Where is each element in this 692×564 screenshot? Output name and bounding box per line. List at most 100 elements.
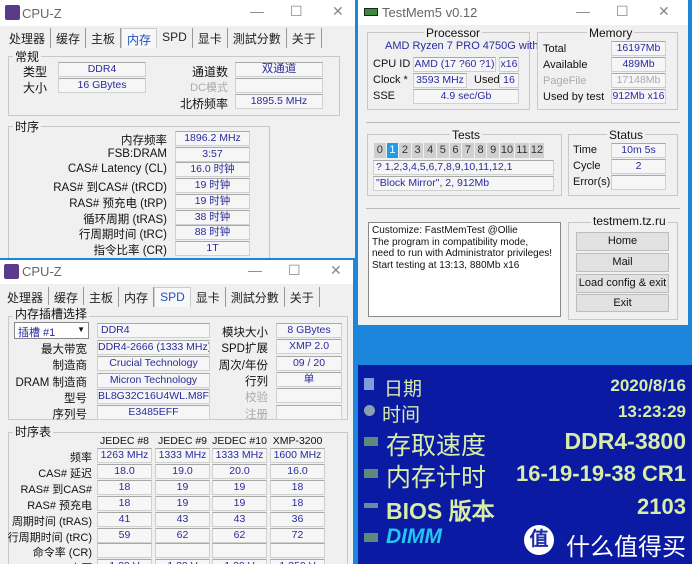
tab-bar: 处理器 缓存 主板 内存 SPD 显卡 測試分數 关于 bbox=[2, 287, 320, 307]
tab-memory[interactable]: 内存 bbox=[119, 287, 155, 307]
test-button-3[interactable]: 3 bbox=[411, 143, 424, 158]
close-button[interactable]: ✕ bbox=[332, 3, 344, 20]
exit-button[interactable]: Exit bbox=[576, 294, 669, 312]
tests-title: Tests bbox=[450, 128, 483, 142]
spd-label: 校验 bbox=[245, 392, 268, 405]
tab-processor[interactable]: 处理器 bbox=[2, 287, 50, 307]
tab-bench[interactable]: 測試分數 bbox=[226, 287, 285, 307]
table-cell: 1263 MHz bbox=[97, 448, 152, 463]
test-button-2[interactable]: 2 bbox=[399, 143, 411, 158]
info-value: 2103 bbox=[637, 494, 686, 519]
row-label: 电压 bbox=[70, 560, 92, 564]
time-label: Time bbox=[573, 144, 598, 156]
test-button-10[interactable]: 10 bbox=[500, 143, 514, 158]
test-button-1[interactable]: 1 bbox=[386, 143, 399, 158]
test-button-4[interactable]: 4 bbox=[424, 143, 436, 158]
maximize-button[interactable]: ☐ bbox=[290, 3, 303, 20]
table-cell: 19.0 bbox=[155, 463, 210, 479]
title-bar: CPU-Z — ☐ ✕ bbox=[0, 0, 355, 26]
timing-value: 3:57 bbox=[175, 146, 250, 162]
info-row-speed: 存取速度 DDR4-3800 bbox=[358, 426, 686, 460]
used-by-test-label: Used by test bbox=[543, 91, 605, 103]
row-label: 行周期时间 (tRC) bbox=[7, 531, 92, 544]
timing-value: 16.0 时钟 bbox=[175, 162, 250, 178]
tab-processor[interactable]: 处理器 bbox=[4, 28, 52, 48]
mail-button[interactable]: Mail bbox=[576, 253, 669, 272]
table-cell bbox=[212, 543, 267, 559]
close-button[interactable]: ✕ bbox=[658, 3, 670, 20]
spd-value: DDR4-2666 (1333 MHz) bbox=[97, 340, 210, 355]
test-button-9[interactable]: 9 bbox=[487, 143, 499, 158]
spd-label: 序列号 bbox=[52, 409, 88, 422]
tab-spd[interactable]: SPD bbox=[157, 28, 193, 48]
timing-value: 1T bbox=[175, 240, 250, 256]
minimize-button[interactable]: — bbox=[250, 3, 264, 19]
tab-graphics[interactable]: 显卡 bbox=[191, 287, 226, 307]
maximize-button[interactable]: ☐ bbox=[288, 262, 301, 279]
row-label: 频率 bbox=[70, 452, 92, 464]
tab-mainboard[interactable]: 主板 bbox=[84, 287, 120, 307]
timing-value: 19 时钟 bbox=[175, 193, 250, 209]
chevron-down-icon: ▼ bbox=[77, 325, 85, 334]
type-label: 类型 bbox=[22, 65, 47, 79]
tab-graphics[interactable]: 显卡 bbox=[193, 28, 228, 48]
load-config-exit-button[interactable]: Load config & exit bbox=[576, 274, 669, 293]
window-title: TestMem5 v0.12 bbox=[382, 5, 478, 20]
test-button-6[interactable]: 6 bbox=[449, 143, 462, 158]
clock-field: 3593 MHz bbox=[413, 73, 467, 88]
row-label: RAS# 预充电 bbox=[27, 499, 92, 512]
tab-spd[interactable]: SPD bbox=[154, 287, 191, 307]
pagefile-label: PageFile bbox=[543, 75, 587, 87]
log-line: need to run with Administrator privilege… bbox=[372, 248, 553, 259]
info-label: 时间 bbox=[382, 405, 421, 426]
minimize-button[interactable]: — bbox=[248, 262, 262, 278]
cpuz-memory-window: CPU-Z — ☐ ✕ 处理器 缓存 主板 内存 SPD 显卡 測試分數 关于 … bbox=[0, 0, 355, 258]
test-button-12[interactable]: 12 bbox=[530, 143, 544, 158]
test-button-11[interactable]: 11 bbox=[515, 143, 529, 158]
table-cell: 36 bbox=[270, 511, 325, 527]
timing-value: 88 时钟 bbox=[175, 225, 250, 241]
table-cell: 1333 MHz bbox=[212, 448, 267, 463]
maximize-button[interactable]: ☐ bbox=[616, 3, 629, 20]
title-bar: TestMem5 v0.12 — ☐ ✕ bbox=[358, 0, 688, 25]
tab-bench[interactable]: 測試分數 bbox=[228, 28, 287, 48]
time-field: 10m 5s bbox=[611, 143, 666, 158]
memory-icon bbox=[364, 533, 378, 542]
threads-field: x16 bbox=[499, 57, 519, 72]
available-label: Available bbox=[543, 59, 588, 71]
tab-cache[interactable]: 缓存 bbox=[49, 287, 85, 307]
timing-value: 19 时钟 bbox=[175, 178, 250, 194]
log-textarea[interactable]: Customize: FastMemTest @Ollie The progra… bbox=[368, 222, 561, 317]
table-cell: 1.20 V bbox=[97, 559, 152, 564]
tab-cache[interactable]: 缓存 bbox=[51, 28, 87, 48]
spd-label: DRAM 制造商 bbox=[15, 376, 87, 389]
tab-memory[interactable]: 内存 bbox=[121, 28, 158, 48]
test-button-7[interactable]: 7 bbox=[462, 143, 474, 158]
table-cell bbox=[270, 543, 325, 559]
cpuz-spd-window: CPU-Z — ☐ ✕ 处理器 缓存 主板 内存 SPD 显卡 測試分數 关于 … bbox=[0, 260, 353, 564]
cpuid-field: AMD (17 ?60 ?1) bbox=[413, 57, 496, 72]
tab-mainboard[interactable]: 主板 bbox=[86, 28, 122, 48]
test-button-8[interactable]: 8 bbox=[474, 143, 487, 158]
slot-dropdown[interactable]: 插槽 #1 ▼ bbox=[14, 322, 89, 339]
minimize-button[interactable]: — bbox=[576, 3, 590, 19]
table-cell bbox=[97, 543, 152, 559]
tab-about[interactable]: 关于 bbox=[285, 287, 320, 307]
memory-title: Memory bbox=[587, 26, 635, 40]
table-cell: 1600 MHz bbox=[270, 448, 325, 463]
test-button-0[interactable]: 0 bbox=[374, 143, 386, 158]
row-label: RAS# 到CAS# bbox=[20, 483, 92, 496]
channels-label: 通道数 bbox=[191, 65, 228, 79]
table-cell: 19 bbox=[155, 495, 210, 511]
table-cell: 18.0 bbox=[97, 463, 152, 479]
test-button-5[interactable]: 5 bbox=[437, 143, 449, 158]
cpu-name: AMD Ryzen 7 PRO 4750G with bbox=[385, 40, 539, 52]
links-title: testmem.tz.ru bbox=[591, 214, 668, 228]
table-cell: 16.0 bbox=[270, 463, 325, 479]
home-button[interactable]: Home bbox=[576, 232, 669, 251]
row-label: CAS# 延迟 bbox=[38, 467, 92, 480]
tab-about[interactable]: 关于 bbox=[287, 28, 322, 48]
test-sequence-field: ? 1,2,3,4,5,6,7,8,9,10,11,12,1 bbox=[373, 160, 554, 175]
close-button[interactable]: ✕ bbox=[330, 262, 342, 279]
table-cell: 43 bbox=[212, 511, 267, 527]
